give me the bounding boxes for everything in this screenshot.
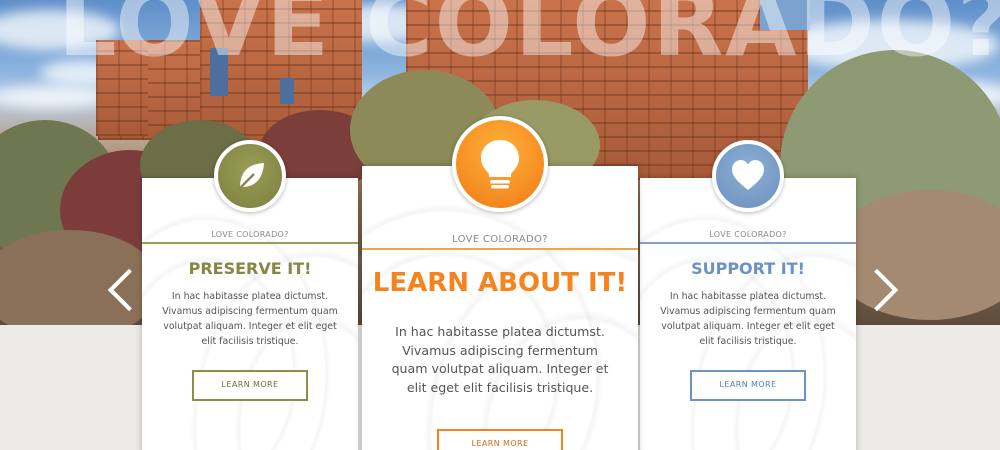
card-badge: [712, 140, 784, 212]
carousel-next-button[interactable]: [864, 266, 898, 316]
carousel-prev-button[interactable]: [104, 266, 138, 316]
card-badge: [452, 116, 548, 212]
card-body: In hac habitasse platea dictumst. Vivamu…: [391, 324, 609, 395]
leaf-icon: [237, 163, 264, 191]
card-preserve: LOVE COLORADO? PRESERVE IT! In hac habit…: [142, 140, 358, 450]
card-body: In hac habitasse platea dictumst. Vivamu…: [162, 291, 338, 347]
card-heading: LEARN ABOUT IT!: [372, 268, 628, 298]
card-divider: [362, 248, 638, 250]
hero-headline: LOVE COLORADO?: [58, 0, 1000, 77]
learn-more-button[interactable]: LEARN MORE: [690, 370, 806, 401]
card-kicker: LOVE COLORADO?: [709, 230, 787, 239]
learn-more-button[interactable]: LEARN MORE: [437, 429, 563, 450]
card-body: In hac habitasse platea dictumst. Vivamu…: [660, 291, 836, 347]
card-kicker: LOVE COLORADO?: [452, 234, 548, 245]
card-badge: [214, 140, 286, 212]
card-support: LOVE COLORADO? SUPPORT IT! In hac habita…: [640, 140, 856, 450]
learn-more-button[interactable]: LEARN MORE: [192, 370, 308, 401]
card-learn: LOVE COLORADO? LEARN ABOUT IT! In hac ha…: [362, 116, 638, 450]
card-divider: [640, 242, 856, 244]
card-heading: PRESERVE IT!: [188, 259, 312, 278]
card-divider: [142, 242, 358, 244]
heart-icon: [732, 160, 764, 190]
lightbulb-icon: [481, 140, 519, 189]
card-heading: SUPPORT IT!: [691, 259, 805, 278]
card-kicker: LOVE COLORADO?: [211, 230, 289, 239]
